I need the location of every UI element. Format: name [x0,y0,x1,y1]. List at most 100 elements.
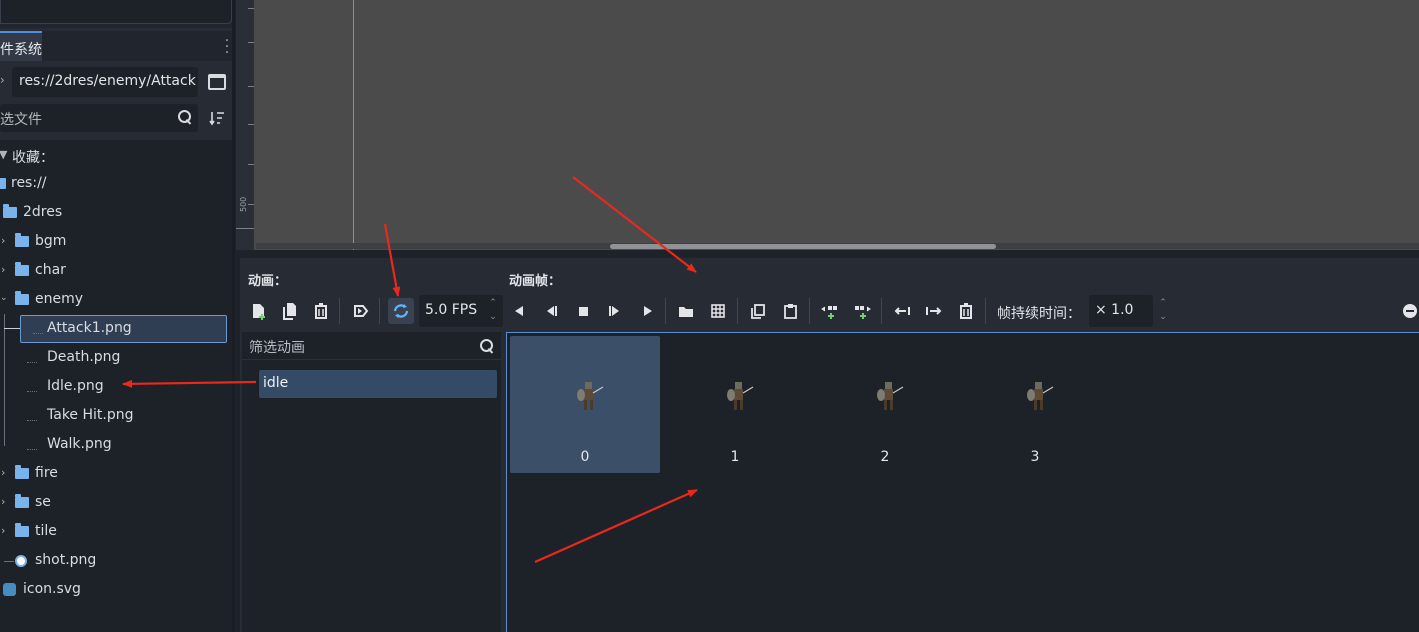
play-icon [644,306,652,316]
tree-item-attack1[interactable]: Attack1.png [0,315,232,343]
frame-item[interactable]: 2 [810,336,960,473]
play-backwards-button[interactable] [538,298,564,324]
image-file-icon [27,411,37,421]
tree-item-takehit[interactable]: Take Hit.png [0,402,232,430]
delete-frame-button[interactable] [953,298,979,324]
chevron-down-icon: ▼ [0,148,8,161]
frame-item[interactable]: 1 [660,336,810,473]
toolbar-separator [737,298,738,324]
tree-label-enemy: enemy [35,291,84,307]
tree-label-shot: shot.png [35,552,97,568]
canvas-viewport[interactable]: 500 [236,0,1419,256]
chevron-down-icon[interactable]: ⌄ [0,293,8,303]
tab-filesystem-label: 文件系统 [0,42,42,58]
tree-item-favorites[interactable]: ▼ 收藏： [0,142,232,170]
move-right-icon [926,307,942,315]
animation-item-idle[interactable]: idle [259,370,497,398]
animation-filter-input[interactable]: 筛选动画 [242,332,501,360]
tree-label-bgm: bgm [35,233,67,249]
tree-label-2dres: 2dres [23,204,63,220]
image-file-icon [15,555,27,567]
tree-item-char[interactable]: › char [0,257,232,285]
tab-filesystem[interactable]: 文件系统 [0,31,42,61]
chevron-right-icon[interactable]: › [1,234,5,247]
stop-button[interactable] [570,298,596,324]
godot-icon [3,583,16,596]
dock-menu-icon[interactable]: · · · [222,34,232,60]
sprite-thumbnail [727,382,754,410]
sprite-thumbnail [577,382,604,410]
paste-frame-button[interactable] [777,298,803,324]
tree-item-shot[interactable]: shot.png [0,547,232,575]
play-button[interactable] [634,298,660,324]
folder-icon [15,291,29,305]
sprite-thumbnail [1027,382,1054,410]
frame-item[interactable]: 3 [960,336,1110,473]
tree-item-bgm[interactable]: › bgm [0,228,232,256]
play-backwards-from-end-button[interactable] [506,298,532,324]
tree-label-takehit: Take Hit.png [47,407,134,423]
tree-item-root[interactable]: res:// [0,170,232,198]
copy-frame-button[interactable] [745,298,771,324]
chevron-right-icon[interactable]: › [1,263,5,276]
tree-label-root: res:// [11,175,47,191]
frame-item[interactable]: 0 [510,336,660,473]
tree-item-enemy[interactable]: ⌄ enemy [0,286,232,314]
frame-duration-stepper-icon[interactable]: ⌃ ⌄ [1156,296,1170,326]
duplicate-animation-button[interactable] [277,298,303,324]
path-input[interactable]: res://2dres/enemy/Attack [12,67,198,97]
tree-label-char: char [35,262,66,278]
tree-item-icon-svg[interactable]: icon.svg [0,576,232,604]
folder-icon [15,233,29,247]
insert-before-button[interactable] [817,298,843,324]
load-spritesheet-icon [711,304,725,318]
delete-animation-icon [315,303,327,319]
load-frames-button[interactable] [673,298,699,324]
tree-label-walk: Walk.png [47,436,112,452]
play-from-start-button[interactable] [602,298,628,324]
ruler-tick [248,164,254,165]
tree-item-tile[interactable]: › tile [0,518,232,546]
search-icon [178,110,192,124]
tree-label-attack1: Attack1.png [47,320,132,336]
new-animation-button[interactable] [245,298,271,324]
animation-list-panel: 筛选动画 idle [242,332,501,632]
horizontal-scrollbar-thumb[interactable] [610,244,996,249]
tree-item-2dres[interactable]: 2dres [0,199,232,227]
chevron-right-icon[interactable]: › [1,495,5,508]
tree-label-favorites: 收藏： [12,150,54,166]
tree-item-fire[interactable]: › fire [0,460,232,488]
image-file-icon [27,440,37,450]
dock-splitter[interactable] [232,0,235,632]
loop-toggle-button[interactable] [388,298,414,324]
frames-grid[interactable]: 0 1 2 3 [506,332,1419,632]
load-spritesheet-button[interactable] [705,298,731,324]
delete-animation-button[interactable] [308,298,334,324]
toolbar-separator [379,298,380,324]
autoplay-button[interactable] [348,298,374,324]
tree-item-idle[interactable]: Idle.png [0,373,232,401]
frame-index: 3 [1030,449,1040,465]
zoom-out-icon[interactable] [1403,304,1417,318]
sort-icon[interactable] [209,110,225,126]
file-filter-input[interactable]: 筛选文件 [0,104,198,132]
move-left-button[interactable] [889,298,915,324]
move-right-button[interactable] [921,298,947,324]
fps-stepper-icon[interactable]: ⌃ ⌄ [486,296,500,326]
dock-top-box [0,0,232,24]
frame-duration-spinbox[interactable]: × 1.0 [1089,295,1153,327]
chevron-right-icon[interactable]: › [1,466,5,479]
frame-index: 2 [880,449,890,465]
insert-after-button[interactable] [849,298,875,324]
chevron-right-icon[interactable]: › [1,524,5,537]
ruler-tick [236,228,254,229]
play-backwards-icon [547,306,557,316]
tree-item-death[interactable]: Death.png [0,344,232,372]
toolbar-separator [339,298,340,324]
split-mode-icon[interactable] [208,74,226,90]
ruler-label: 500 [239,196,248,212]
history-forward-icon[interactable]: › [0,73,5,87]
tree-item-se[interactable]: › se [0,489,232,517]
tree-item-walk[interactable]: Walk.png [0,431,232,459]
animations-header: 动画： [248,274,288,289]
